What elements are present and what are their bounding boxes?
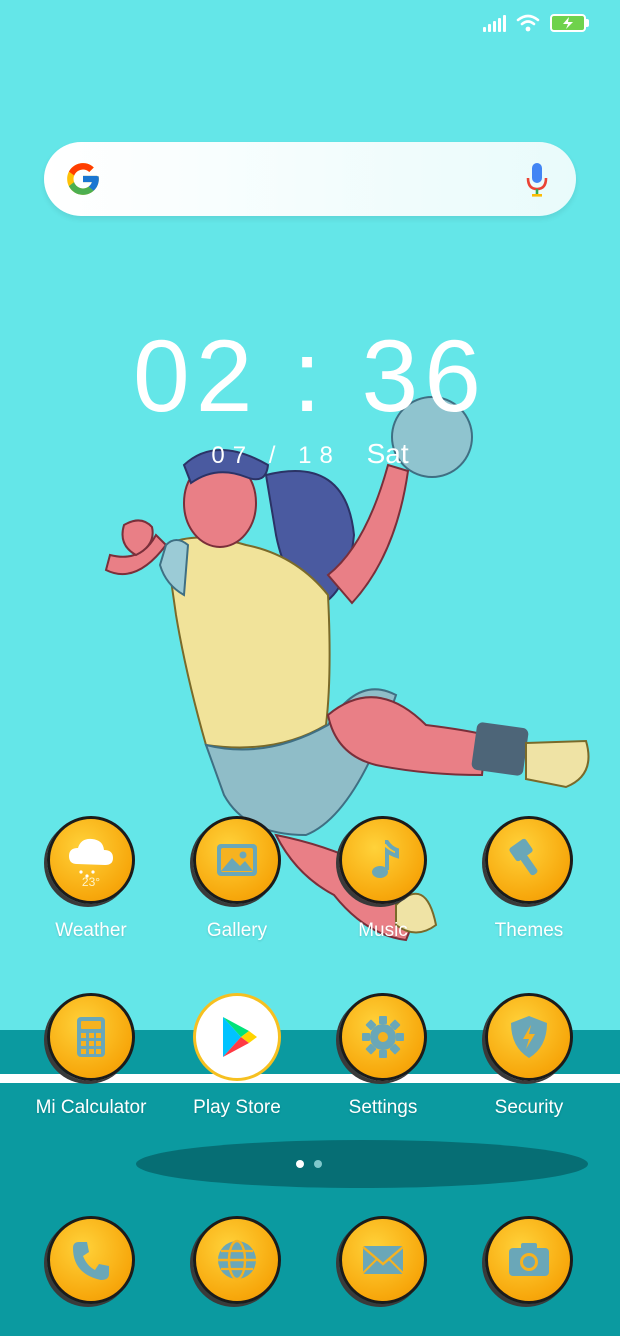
google-search-bar[interactable] bbox=[44, 142, 576, 216]
clock-date[interactable]: 07 / 18 Sat bbox=[0, 438, 620, 470]
dock-camera[interactable] bbox=[469, 1216, 589, 1304]
app-label: Weather bbox=[55, 920, 127, 941]
weather-icon: 23° bbox=[47, 816, 135, 904]
date-text: 07 / 18 bbox=[211, 442, 341, 469]
app-label: Gallery bbox=[206, 920, 268, 941]
themes-icon bbox=[485, 816, 573, 904]
app-label: Settings bbox=[348, 1097, 418, 1118]
settings-icon bbox=[339, 993, 427, 1081]
dock-phone[interactable] bbox=[31, 1216, 151, 1304]
app-label: Security bbox=[494, 1097, 564, 1118]
app-mi-calculator[interactable]: Mi Calculator bbox=[31, 993, 151, 1119]
browser-icon bbox=[193, 1216, 281, 1304]
wallpaper-shadow bbox=[136, 1140, 588, 1188]
app-label: Music bbox=[358, 920, 408, 941]
app-label: Mi Calculator bbox=[35, 1097, 147, 1118]
dock-browser[interactable] bbox=[177, 1216, 297, 1304]
app-label: Play Store bbox=[193, 1097, 281, 1118]
weather-temp: 23° bbox=[81, 875, 101, 889]
play-store-icon bbox=[193, 993, 281, 1081]
page-dot-active[interactable] bbox=[296, 1160, 304, 1168]
app-settings[interactable]: Settings bbox=[323, 993, 443, 1119]
status-bar bbox=[483, 14, 589, 32]
app-music[interactable]: Music bbox=[323, 816, 443, 942]
app-label: Themes bbox=[494, 920, 564, 941]
clock-time[interactable]: 02 : 36 bbox=[0, 318, 620, 435]
dock-messages[interactable] bbox=[323, 1216, 443, 1304]
phone-icon bbox=[47, 1216, 135, 1304]
app-play-store[interactable]: Play Store bbox=[177, 993, 297, 1119]
day-text: Sat bbox=[366, 438, 409, 469]
gallery-icon bbox=[193, 816, 281, 904]
app-gallery[interactable]: Gallery bbox=[177, 816, 297, 942]
app-security[interactable]: Security bbox=[469, 993, 589, 1119]
page-dot[interactable] bbox=[314, 1160, 322, 1168]
wifi-icon bbox=[516, 14, 540, 32]
messages-icon bbox=[339, 1216, 427, 1304]
app-themes[interactable]: Themes bbox=[469, 816, 589, 942]
calculator-icon bbox=[47, 993, 135, 1081]
app-weather[interactable]: 23° Weather bbox=[31, 816, 151, 942]
mic-icon[interactable] bbox=[526, 162, 548, 198]
security-icon bbox=[485, 993, 573, 1081]
signal-icon bbox=[483, 14, 506, 32]
music-icon bbox=[339, 816, 427, 904]
page-indicator[interactable] bbox=[296, 1160, 322, 1168]
camera-icon bbox=[485, 1216, 573, 1304]
google-logo-icon bbox=[67, 163, 99, 195]
battery-charging-icon bbox=[550, 14, 589, 32]
